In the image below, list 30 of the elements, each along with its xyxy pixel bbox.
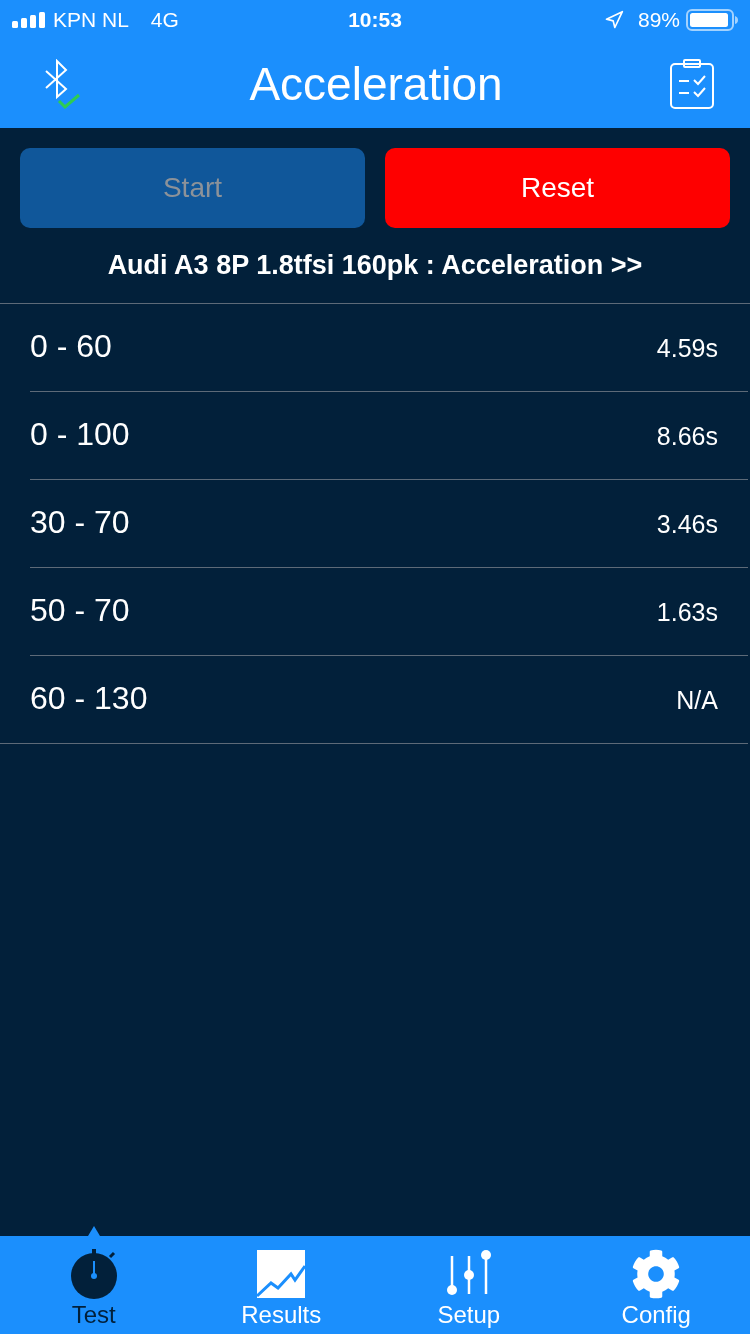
speed-range-label: 60 - 130: [30, 678, 148, 718]
settings-icon: [631, 1249, 682, 1299]
acceleration-time: 4.59s: [656, 332, 718, 364]
stopwatch-icon: [68, 1249, 119, 1299]
speed-range-label: 0 - 60: [30, 326, 112, 366]
location-arrow-icon: [603, 10, 624, 30]
speed-range-label: 50 - 70: [30, 590, 130, 630]
speed-range-label: 0 - 100: [30, 414, 130, 454]
battery-icon: [686, 9, 738, 31]
tab-item[interactable]: Setup: [375, 1236, 563, 1334]
bluetooth-check-icon[interactable]: [44, 59, 82, 109]
network-type: 4G: [150, 7, 179, 34]
acceleration-time: 1.63s: [656, 596, 718, 628]
speed-range-label: 30 - 70: [30, 502, 130, 542]
battery-percentage: 89%: [637, 7, 680, 34]
sliders-icon: [444, 1250, 493, 1298]
clipboard-checklist-icon[interactable]: [670, 59, 714, 109]
line-chart-icon: [257, 1250, 306, 1298]
vehicle-profile-link[interactable]: Audi A3 8P 1.8tfsi 160pk : Acceleration >>: [107, 245, 643, 286]
status-time: 10:53: [348, 7, 402, 34]
tab-item[interactable]: Config: [562, 1236, 750, 1334]
acceleration-time: 3.46s: [656, 508, 718, 540]
acceleration-time: 8.66s: [656, 420, 718, 452]
carrier-name: KPN NL: [53, 7, 129, 34]
screen-title: Acceleration: [249, 56, 503, 112]
tab-item[interactable]: Results: [187, 1236, 375, 1334]
signal-bars-icon: [12, 12, 46, 28]
tab-item[interactable]: Test: [0, 1236, 188, 1334]
reset-button[interactable]: Reset: [385, 148, 730, 228]
acceleration-time: N/A: [676, 684, 718, 716]
